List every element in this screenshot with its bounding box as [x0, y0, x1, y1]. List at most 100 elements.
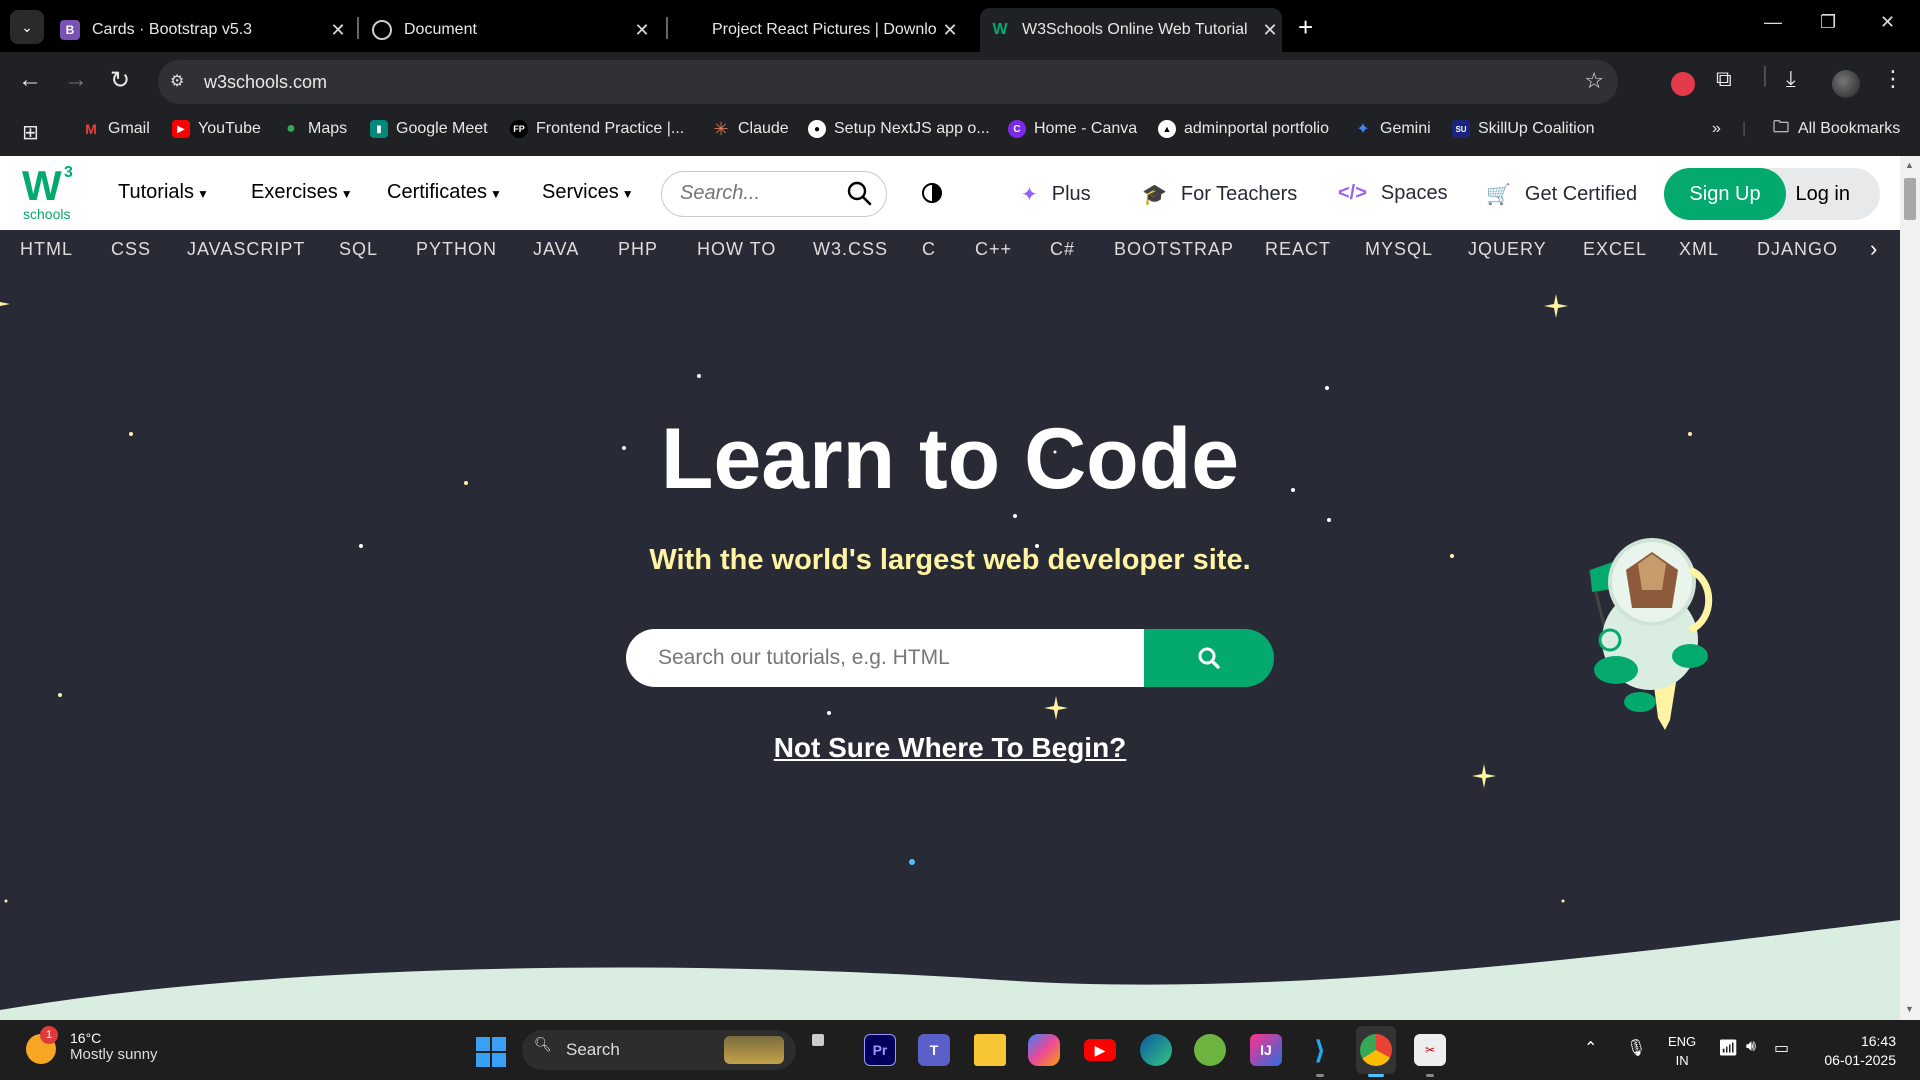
topic-sql[interactable]: SQL — [339, 239, 378, 260]
topic-jquery[interactable]: JQUERY — [1468, 239, 1547, 260]
spaces-link[interactable]: </> Spaces — [1338, 182, 1448, 205]
premiere-pro-icon[interactable]: Pr — [864, 1034, 896, 1066]
page-scrollbar[interactable]: ▲ ▼ — [1900, 156, 1920, 1020]
extension-red-icon[interactable] — [1671, 72, 1695, 96]
intellij-icon[interactable]: IJ — [1250, 1034, 1282, 1066]
topic-java[interactable]: JAVA — [533, 239, 579, 260]
edge-icon[interactable] — [1140, 1034, 1172, 1066]
forward-arrow-icon[interactable]: → — [64, 66, 88, 94]
bookmark-maps[interactable]: ● Maps — [282, 120, 347, 138]
site-settings-icon[interactable]: ⚙ — [170, 71, 192, 93]
more-bookmarks-chevron-icon[interactable]: » — [1712, 120, 1721, 138]
vscode-icon[interactable]: ⟩ — [1304, 1034, 1336, 1066]
signup-button[interactable]: Sign Up — [1664, 168, 1786, 220]
restore-icon[interactable]: ❐ — [1820, 12, 1836, 33]
topic-javascript[interactable]: JAVASCRIPT — [187, 239, 305, 260]
address-bar[interactable]: ⚙ w3schools.com ☆ — [158, 60, 1618, 104]
scrollbar-thumb[interactable] — [1904, 178, 1916, 220]
topic-cpp[interactable]: C++ — [975, 239, 1012, 260]
topic-w3css[interactable]: W3.CSS — [813, 239, 888, 260]
search-icon[interactable] — [846, 180, 872, 206]
w3schools-logo[interactable]: W 3 schools — [22, 162, 78, 222]
header-search-input[interactable] — [680, 182, 840, 205]
system-clock[interactable]: 16:43 06-01-2025 — [1816, 1032, 1896, 1070]
tab-react-pictures[interactable]: Project React Pictures | Downlo ✕ — [712, 8, 962, 52]
input-language[interactable]: ENG IN — [1668, 1032, 1696, 1070]
close-tab-icon[interactable]: ✕ — [1258, 20, 1282, 41]
topic-html[interactable]: HTML — [20, 239, 73, 260]
apps-grid-icon[interactable]: ⊞ — [22, 120, 39, 145]
chrome-menu-icon[interactable]: ⋮ — [1882, 66, 1904, 92]
bookmark-google-meet[interactable]: ▮ Google Meet — [370, 120, 488, 138]
topic-excel[interactable]: EXCEL — [1583, 239, 1647, 260]
bookmark-adminportal[interactable]: ▲ adminportal portfolio — [1158, 120, 1329, 138]
tab-search-chevron-icon[interactable]: ⌄ — [10, 10, 44, 44]
windows-start-icon[interactable] — [476, 1037, 506, 1067]
for-teachers-link[interactable]: 🎓 For Teachers — [1142, 182, 1297, 207]
url-text[interactable]: w3schools.com — [204, 72, 327, 93]
topic-css[interactable]: CSS — [111, 239, 151, 260]
menu-certificates[interactable]: Certificates ▼ — [387, 181, 502, 204]
battery-icon[interactable]: ▭ — [1774, 1038, 1789, 1058]
bookmark-claude[interactable]: ✳ Claude — [712, 119, 788, 139]
spring-tool-icon[interactable] — [1194, 1034, 1226, 1066]
bookmark-skillup[interactable]: SU SkillUp Coalition — [1452, 120, 1595, 138]
hero-search-input[interactable]: Search our tutorials, e.g. HTML — [626, 629, 1146, 687]
bookmark-youtube[interactable]: ▶ YouTube — [172, 120, 261, 138]
header-search-box[interactable] — [661, 171, 887, 217]
scroll-down-icon[interactable]: ▼ — [1905, 1004, 1914, 1014]
chrome-icon[interactable] — [1360, 1034, 1392, 1066]
bookmark-gmail[interactable]: M Gmail — [82, 120, 150, 138]
tray-chevron-up-icon[interactable]: ⌃ — [1584, 1038, 1597, 1058]
get-certified-link[interactable]: 🛒 Get Certified — [1486, 182, 1637, 207]
tab-bootstrap-cards[interactable]: B Cards · Bootstrap v5.3 ✕ — [60, 8, 350, 52]
topic-xml[interactable]: XML — [1679, 239, 1719, 260]
reload-icon[interactable]: ↻ — [110, 66, 130, 95]
extensions-puzzle-icon[interactable]: ⧉ — [1716, 66, 1732, 92]
new-tab-plus-icon[interactable]: + — [1298, 12, 1313, 43]
close-tab-icon[interactable]: ✕ — [326, 20, 350, 41]
bookmark-star-icon[interactable]: ☆ — [1584, 68, 1604, 94]
bookmark-frontend-practice[interactable]: FP Frontend Practice |... — [510, 120, 684, 138]
profile-avatar[interactable] — [1832, 70, 1860, 98]
close-tab-icon[interactable]: ✕ — [630, 20, 654, 41]
hero-search-button[interactable] — [1144, 629, 1274, 687]
minimize-icon[interactable]: — — [1764, 12, 1782, 33]
not-sure-where-to-begin-link[interactable]: Not Sure Where To Begin? — [774, 732, 1127, 763]
chevron-right-icon[interactable]: › — [1870, 236, 1877, 262]
all-bookmarks[interactable]: 🗀 All Bookmarks — [1772, 119, 1900, 138]
task-view-icon[interactable] — [812, 1034, 824, 1046]
topic-csharp[interactable]: C# — [1050, 239, 1075, 260]
teams-icon[interactable]: T — [918, 1034, 950, 1066]
back-arrow-icon[interactable]: ← — [18, 66, 42, 94]
snipping-tool-icon[interactable]: ✂ — [1414, 1034, 1446, 1066]
bookmark-gemini[interactable]: ✦ Gemini — [1354, 120, 1430, 138]
topic-python[interactable]: PYTHON — [416, 239, 497, 260]
copilot-icon[interactable] — [1028, 1034, 1060, 1066]
volume-icon[interactable]: 🔊︎ — [1746, 1038, 1756, 1056]
topic-how-to[interactable]: HOW TO — [697, 239, 776, 260]
tab-document[interactable]: Document ✕ — [372, 8, 654, 52]
downloads-icon[interactable]: ⤓ — [1786, 66, 1796, 92]
tab-w3schools-active[interactable]: W W3Schools Online Web Tutorial ✕ — [980, 8, 1282, 52]
close-tab-icon[interactable]: ✕ — [938, 20, 962, 41]
weather-widget[interactable]: 1 16°C Mostly sunny — [26, 1026, 158, 1064]
topic-c[interactable]: C — [922, 239, 936, 260]
file-explorer-icon[interactable] — [974, 1034, 1006, 1066]
close-window-icon[interactable]: ✕ — [1880, 12, 1895, 33]
menu-tutorials[interactable]: Tutorials ▼ — [118, 181, 209, 204]
taskbar-search[interactable]: 🔍︎ Search — [522, 1030, 796, 1070]
bookmark-canva[interactable]: C Home - Canva — [1008, 120, 1137, 138]
topic-mysql[interactable]: MYSQL — [1365, 239, 1433, 260]
plus-link[interactable]: ✦ Plus — [1021, 182, 1091, 207]
bookmark-setup-nextjs[interactable]: ● Setup NextJS app o... — [808, 120, 990, 138]
topic-php[interactable]: PHP — [618, 239, 658, 260]
microphone-icon[interactable]: 🎙︎ — [1626, 1038, 1646, 1058]
scroll-up-icon[interactable]: ▲ — [1905, 160, 1914, 170]
dark-mode-toggle-icon[interactable] — [922, 183, 942, 203]
youtube-app-icon[interactable]: ▶ — [1084, 1039, 1116, 1061]
topic-react[interactable]: REACT — [1265, 239, 1331, 260]
topic-bootstrap[interactable]: BOOTSTRAP — [1114, 239, 1234, 260]
menu-exercises[interactable]: Exercises ▼ — [251, 181, 353, 204]
wifi-icon[interactable]: 📶︎ — [1718, 1038, 1738, 1058]
